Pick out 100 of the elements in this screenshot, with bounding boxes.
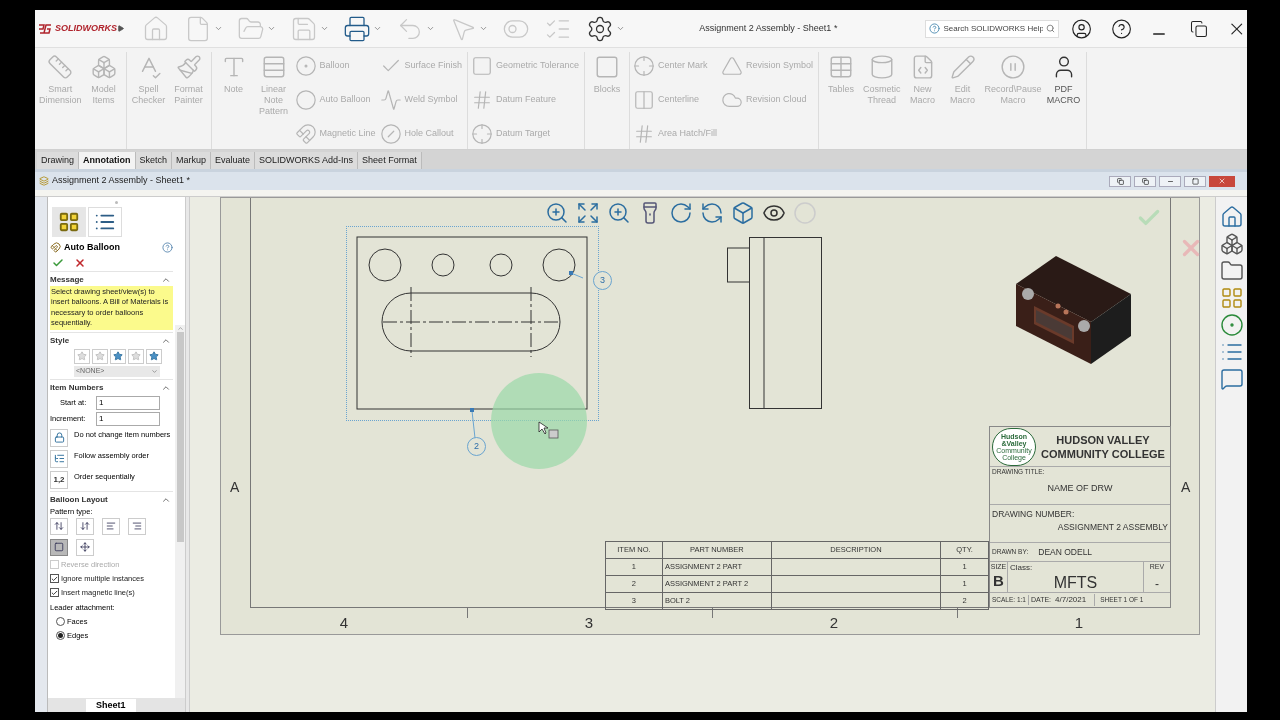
- caret-icon[interactable]: [373, 24, 383, 33]
- minimize-button[interactable]: [1159, 175, 1181, 187]
- ribbon-tab[interactable]: Annotation: [79, 152, 136, 169]
- star-icon: [95, 351, 105, 361]
- field-label: Class:: [1010, 562, 1034, 574]
- ribbon-tab[interactable]: Sheet Format: [358, 152, 422, 169]
- ribbon-tab[interactable]: Markup: [172, 152, 212, 169]
- window-button[interactable]: [1109, 175, 1131, 187]
- maximize-button[interactable]: [1184, 175, 1206, 187]
- printer-icon[interactable]: [343, 14, 372, 43]
- close-icon: [1218, 177, 1226, 185]
- caret-icon[interactable]: [479, 24, 489, 33]
- centerline-icon: [632, 89, 655, 111]
- panel-title: Auto Balloon: [64, 241, 120, 254]
- search-input[interactable]: Search SOLIDWORKS Help: [943, 22, 1044, 35]
- folder-icon[interactable]: [1219, 259, 1244, 283]
- scrollbar[interactable]: [175, 325, 185, 698]
- number-field[interactable]: 1: [96, 395, 160, 410]
- view-palette-icon[interactable]: [1219, 286, 1244, 310]
- drawn-by: DEAN ODELL: [1038, 545, 1093, 559]
- pattern-button[interactable]: [50, 538, 68, 556]
- zone-number: 2: [829, 613, 839, 633]
- sheet-tab[interactable]: Sheet1: [86, 699, 136, 712]
- logo-icon: [38, 22, 52, 35]
- zone-number: 4: [339, 613, 349, 633]
- move-icon: [80, 542, 90, 553]
- caret-icon[interactable]: [616, 24, 626, 33]
- parts-icon[interactable]: [1219, 232, 1244, 256]
- zone-number: 3: [584, 613, 594, 633]
- option-button[interactable]: [50, 428, 68, 447]
- caret-icon[interactable]: [320, 24, 330, 33]
- windows-icon: [1116, 177, 1124, 185]
- zoom-fit-icon[interactable]: [576, 201, 600, 225]
- circle-icon: [294, 55, 317, 77]
- target-icon: [471, 123, 494, 145]
- style-button[interactable]: [146, 348, 162, 364]
- checkbox[interactable]: [50, 574, 59, 584]
- ribbon-tool[interactable]: PDF MACRO: [1044, 52, 1083, 149]
- ribbon-tab[interactable]: Sketch: [135, 152, 173, 169]
- window-button[interactable]: [1134, 175, 1156, 187]
- style-button[interactable]: [110, 348, 126, 364]
- home-icon[interactable]: [1219, 205, 1244, 229]
- section-heading: Balloon Layout: [50, 493, 108, 506]
- comment-icon[interactable]: [1219, 367, 1244, 391]
- close-button[interactable]: [1209, 175, 1235, 187]
- option-button[interactable]: 1,2: [50, 470, 68, 489]
- ribbon-tab[interactable]: Evaluate: [211, 152, 256, 169]
- balloon[interactable]: 3: [593, 271, 612, 290]
- search-icon: [1046, 24, 1056, 33]
- cancel-icon[interactable]: [74, 256, 86, 269]
- view-orientation-icon[interactable]: [700, 201, 724, 225]
- document-icon: [39, 176, 49, 186]
- crosshair-icon: [632, 55, 655, 77]
- circle-icon: [294, 89, 317, 111]
- ribbon-tab[interactable]: SOLIDWORKS Add-Ins: [255, 152, 359, 169]
- square-icon: [54, 542, 64, 553]
- appearance-icon[interactable]: [1219, 313, 1244, 337]
- caret-icon[interactable]: [267, 24, 277, 33]
- zoom-icon[interactable]: [607, 201, 631, 225]
- section-heading: Style: [50, 334, 70, 347]
- cube-icon[interactable]: [731, 201, 755, 225]
- help-icon: [929, 23, 941, 34]
- ribbon-tab[interactable]: Drawing: [37, 152, 79, 169]
- checkbox[interactable]: [50, 588, 59, 598]
- rotate-icon[interactable]: [669, 201, 693, 225]
- pattern-button[interactable]: [76, 538, 94, 556]
- college-name: COMMUNITY COLLEGE: [1041, 446, 1165, 461]
- number-field[interactable]: 1: [96, 411, 160, 426]
- lock-icon: [53, 432, 65, 443]
- cursor-icon: [538, 421, 559, 439]
- star-icon: [131, 351, 141, 361]
- magnet-icon: [294, 123, 317, 145]
- option-button[interactable]: [50, 449, 68, 468]
- scroll-up-icon[interactable]: [176, 325, 184, 332]
- arrows-icon: [80, 521, 90, 532]
- pause-icon: [1000, 54, 1027, 80]
- caret-icon[interactable]: [426, 24, 436, 33]
- document-title: Assignment 2 Assembly - Sheet1 *: [52, 174, 191, 188]
- drawing-title: NAME OF DRW: [1047, 481, 1113, 495]
- triangle-icon: [721, 55, 743, 77]
- section-heading: Message: [50, 273, 84, 286]
- align-icon: [132, 521, 142, 532]
- caret-icon: [151, 367, 158, 375]
- leader-line: [569, 271, 583, 280]
- panel-tab[interactable]: [52, 207, 86, 237]
- star-icon: [149, 351, 159, 361]
- rev-value: -: [1155, 575, 1159, 593]
- zoom-icon[interactable]: [545, 201, 569, 225]
- date-value: 4/7/2021: [1051, 594, 1096, 606]
- college-name: HUDSON VALLEY: [1056, 432, 1150, 447]
- search-field[interactable]: Search SOLIDWORKS Help: [925, 19, 1060, 38]
- window-title: Assignment 2 Assembly - Sheet1 *: [699, 21, 838, 35]
- paintbrush-icon: [175, 54, 202, 80]
- balloon[interactable]: 2: [467, 437, 486, 456]
- class-value: MFTS: [1053, 574, 1098, 592]
- panel-tab[interactable]: [88, 207, 122, 237]
- ok-icon[interactable]: [52, 256, 64, 269]
- expand-icon[interactable]: [117, 24, 125, 33]
- circle-slash-icon: [379, 123, 402, 145]
- caret-icon[interactable]: [214, 24, 224, 33]
